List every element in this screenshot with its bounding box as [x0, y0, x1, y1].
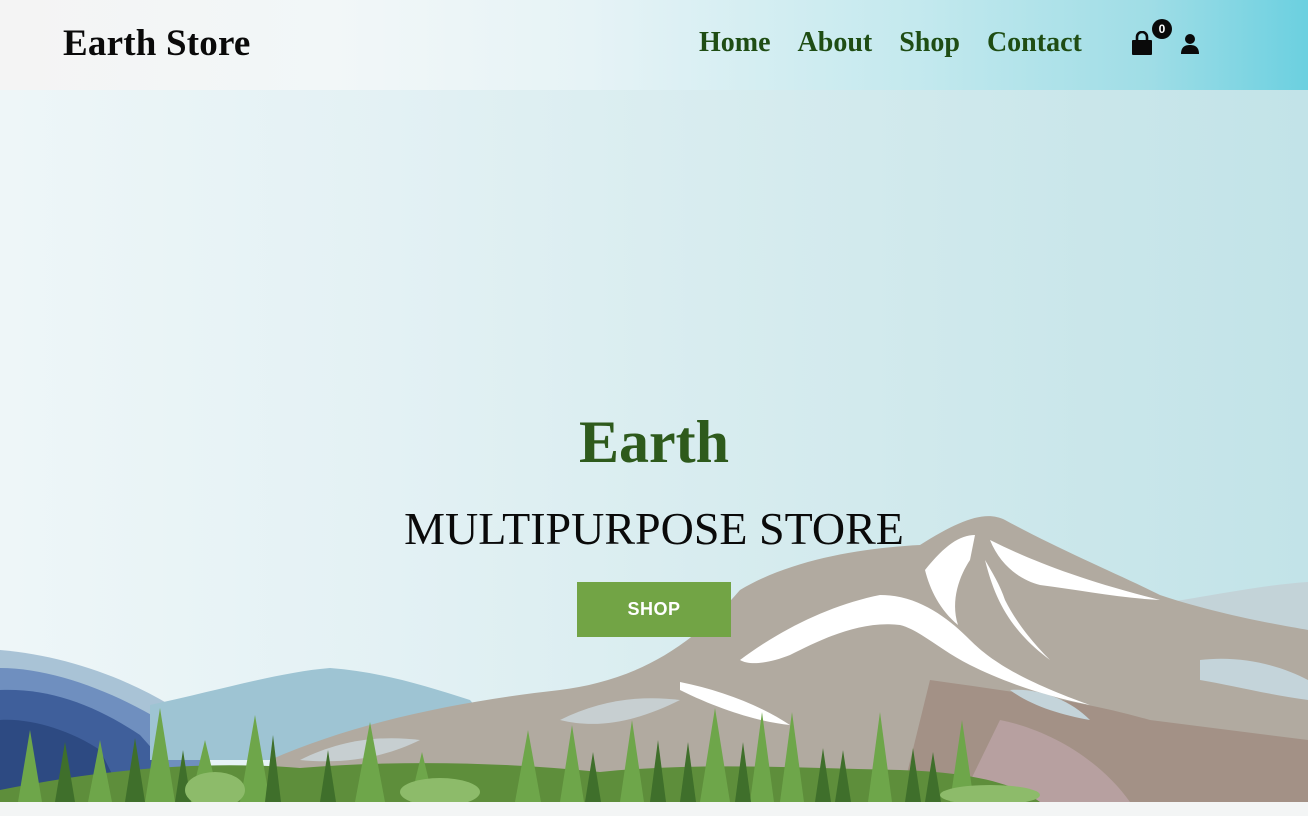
hero-subtitle: MULTIPURPOSE STORE — [404, 503, 904, 554]
shopping-bag-icon[interactable] — [1130, 31, 1154, 57]
page: Earth Store Home About Shop Contact 0 Ea… — [0, 0, 1308, 816]
hero-title: Earth — [579, 409, 729, 475]
nav-link-contact[interactable]: Contact — [987, 27, 1082, 59]
site-header: Earth Store Home About Shop Contact 0 — [0, 0, 1308, 90]
mountain-landscape-illustration — [0, 516, 1308, 802]
user-icon[interactable] — [1180, 33, 1200, 55]
hero-section — [0, 0, 1308, 802]
main-nav: Home About Shop Contact — [699, 27, 1082, 59]
page-bottom-strip — [0, 802, 1308, 816]
nav-link-shop[interactable]: Shop — [899, 27, 960, 59]
brand-logo[interactable]: Earth Store — [63, 22, 251, 65]
nav-link-about[interactable]: About — [798, 27, 873, 59]
cart-count-badge: 0 — [1152, 19, 1172, 39]
shop-button[interactable]: SHOP — [577, 582, 731, 637]
nav-link-home[interactable]: Home — [699, 27, 771, 59]
